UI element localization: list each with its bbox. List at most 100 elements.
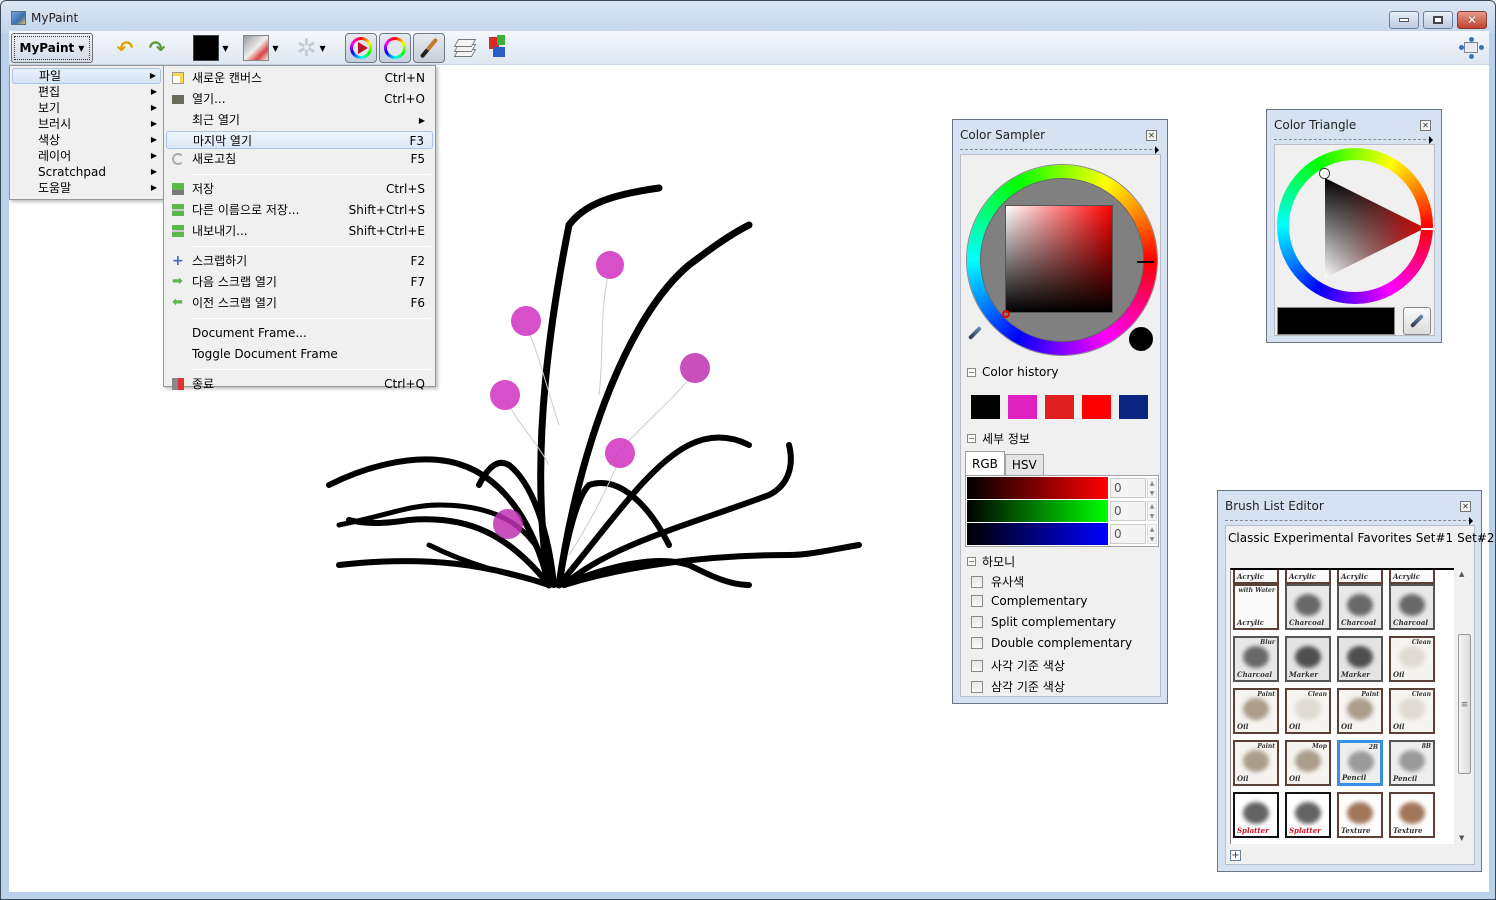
- hue-marker[interactable]: [1421, 228, 1435, 230]
- blue-slider[interactable]: [967, 523, 1108, 545]
- checkbox[interactable]: [971, 659, 983, 672]
- brush-item-acrylic[interactable]: Acrylic: [1337, 570, 1383, 584]
- menu-item-document-frame[interactable]: Document Frame...: [166, 323, 433, 344]
- menu-item-open[interactable]: 열기... Ctrl+O: [166, 89, 433, 110]
- brush-item-oil[interactable]: Clean Oil: [1389, 688, 1435, 734]
- panel-close-icon[interactable]: ✕: [1146, 130, 1157, 141]
- scroll-down-icon[interactable]: ▼: [1459, 834, 1464, 842]
- harmony-triadic[interactable]: 삼각 기준 색상: [971, 678, 1065, 695]
- menu-item-toggle-document-frame[interactable]: Toggle Document Frame: [166, 344, 433, 365]
- sv-triangle[interactable]: [1325, 178, 1425, 278]
- eyedropper-icon[interactable]: [967, 325, 983, 341]
- brush-item-oil[interactable]: Paint Oil: [1233, 740, 1279, 786]
- brush-item-oil[interactable]: Paint Oil: [1233, 688, 1279, 734]
- brush-item-acrylic[interactable]: with Water Acrylic: [1233, 584, 1279, 630]
- add-brush-button[interactable]: +: [1230, 850, 1241, 861]
- close-button[interactable]: ✕: [1457, 11, 1487, 29]
- mypaint-menu-button[interactable]: MyPaint ▼: [11, 33, 93, 63]
- red-value-input[interactable]: 0: [1110, 478, 1146, 498]
- color-swatch-dropdown[interactable]: ▼: [191, 35, 231, 61]
- red-slider[interactable]: [967, 477, 1108, 499]
- maximize-button[interactable]: [1423, 11, 1453, 29]
- tab-rgb[interactable]: RGB: [965, 451, 1005, 476]
- brush-group-set1[interactable]: Set#1: [1416, 531, 1453, 545]
- scroll-up-icon[interactable]: ▲: [1459, 570, 1464, 578]
- menu-item-file[interactable]: 파일 ▶: [12, 68, 161, 84]
- brush-group-set2[interactable]: Set#2: [1457, 531, 1494, 545]
- brush-item-marker[interactable]: Marker: [1285, 636, 1331, 682]
- brush-item-marker[interactable]: Marker: [1337, 636, 1383, 682]
- brush-group-experimental[interactable]: Experimental: [1274, 531, 1354, 545]
- brush-item-pencil[interactable]: 2B Pencil: [1337, 740, 1383, 786]
- checkbox[interactable]: [971, 616, 983, 628]
- brush-item-splatter[interactable]: Splatter: [1233, 792, 1279, 838]
- blue-value-input[interactable]: 0: [1110, 524, 1146, 544]
- menu-item-brush[interactable]: 브러시 ▶: [12, 116, 161, 132]
- brush-item-acrylic[interactable]: Acrylic: [1389, 570, 1435, 584]
- brush-item-acrylic[interactable]: Acrylic: [1233, 570, 1279, 584]
- menu-item-prev-scrap[interactable]: ⬅ 이전 스크랩 열기 F6: [166, 293, 433, 314]
- brush-item-pencil[interactable]: 8B Pencil: [1389, 740, 1435, 786]
- harmony-header[interactable]: − 하모니: [967, 553, 1015, 570]
- color-history-swatch[interactable]: [1045, 395, 1074, 419]
- color-history-swatch[interactable]: [1119, 395, 1148, 419]
- checkbox[interactable]: [971, 637, 983, 649]
- panel-title[interactable]: Color Triangle: [1274, 118, 1356, 132]
- brush-group-favorites[interactable]: Favorites: [1358, 531, 1412, 545]
- green-slider[interactable]: [967, 500, 1108, 522]
- sv-marker[interactable]: [1002, 310, 1010, 318]
- panel-close-icon[interactable]: ✕: [1420, 120, 1431, 131]
- menu-item-export[interactable]: 내보내기... Shift+Ctrl+E: [166, 221, 433, 242]
- color-sampler-toggle[interactable]: [345, 33, 377, 63]
- hue-wheel[interactable]: [967, 165, 1157, 355]
- brush-grid-scrollbar[interactable]: ▲ ≡ ▼: [1456, 568, 1472, 844]
- menu-item-scrap[interactable]: + 스크랩하기 F2: [166, 251, 433, 272]
- menu-item-edit[interactable]: 편집 ▶: [12, 84, 161, 100]
- details-header[interactable]: − 세부 정보: [967, 430, 1030, 447]
- menu-item-next-scrap[interactable]: ➡ 다음 스크랩 열기 F7: [166, 272, 433, 293]
- checkbox[interactable]: [971, 595, 983, 607]
- menu-item-color[interactable]: 색상 ▶: [12, 132, 161, 148]
- minimize-button[interactable]: [1389, 11, 1419, 29]
- scrollbar-thumb[interactable]: ≡: [1458, 634, 1471, 774]
- fullscreen-icon[interactable]: [1459, 37, 1484, 59]
- brush-item-splatter[interactable]: Splatter: [1285, 792, 1331, 838]
- menu-item-quit[interactable]: 종료 Ctrl+Q: [166, 374, 433, 395]
- red-spin-button[interactable]: ▲ ▼: [1147, 478, 1157, 498]
- undo-icon[interactable]: ↶: [113, 35, 137, 61]
- harmony-double-complementary[interactable]: Double complementary: [971, 636, 1132, 650]
- brush-list-toggle[interactable]: [413, 33, 445, 63]
- brush-item-charcoal[interactable]: Charcoal: [1285, 584, 1331, 630]
- brush-item-oil[interactable]: Clean Oil: [1285, 688, 1331, 734]
- brush-group-classic[interactable]: Classic: [1228, 531, 1270, 545]
- color-triangle-toggle[interactable]: [379, 33, 411, 63]
- menu-item-reload[interactable]: 새로고침 F5: [166, 149, 433, 170]
- harmony-split-complementary[interactable]: Split complementary: [971, 615, 1116, 629]
- menu-item-recent[interactable]: 최근 열기 ▶: [166, 110, 433, 131]
- harmony-analogous[interactable]: 유사색: [971, 573, 1024, 590]
- menu-item-new-canvas[interactable]: 새로운 캔버스 Ctrl+N: [166, 68, 433, 89]
- green-spin-button[interactable]: ▲ ▼: [1147, 501, 1157, 521]
- brush-preset-dropdown[interactable]: ▼: [241, 35, 281, 61]
- menu-item-open-last[interactable]: 마지막 열기 F3: [166, 131, 433, 149]
- menu-item-save[interactable]: 저장 Ctrl+S: [166, 179, 433, 200]
- eyedropper-button[interactable]: [1403, 307, 1431, 335]
- brush-item-oil[interactable]: Clean Oil: [1389, 636, 1435, 682]
- checkbox[interactable]: [971, 680, 983, 693]
- tab-hsv[interactable]: HSV: [1004, 454, 1044, 476]
- menu-item-help[interactable]: 도움말 ▶: [12, 180, 161, 196]
- redo-icon[interactable]: ↷: [145, 35, 169, 61]
- brush-item-acrylic[interactable]: Acrylic: [1285, 570, 1331, 584]
- blue-spin-button[interactable]: ▲ ▼: [1147, 524, 1157, 544]
- brush-settings-dropdown[interactable]: ✲ ▼: [291, 34, 331, 62]
- menu-item-layer[interactable]: 레이어 ▶: [12, 148, 161, 164]
- layers-icon[interactable]: [451, 35, 477, 61]
- brush-item-oil[interactable]: Mop Oil: [1285, 740, 1331, 786]
- menu-item-view[interactable]: 보기 ▶: [12, 100, 161, 116]
- checkbox[interactable]: [971, 575, 983, 588]
- menu-item-save-as[interactable]: 다른 이름으로 저장... Shift+Ctrl+S: [166, 200, 433, 221]
- brush-item-texture[interactable]: Texture: [1337, 792, 1383, 838]
- panel-title[interactable]: Color Sampler: [960, 128, 1045, 142]
- brush-item-charcoal[interactable]: Charcoal: [1389, 584, 1435, 630]
- harmony-complementary[interactable]: Complementary: [971, 594, 1088, 608]
